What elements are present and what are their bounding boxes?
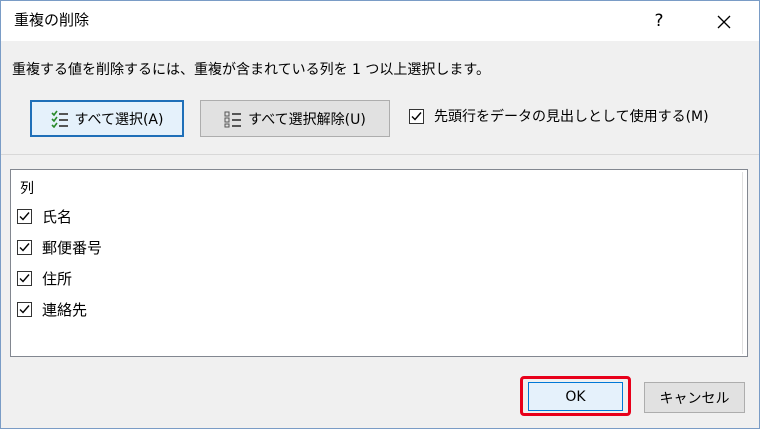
ok-button[interactable]: OK	[528, 382, 623, 411]
list-item[interactable]: 郵便番号	[17, 237, 102, 258]
select-all-button[interactable]: すべて選択(A)	[30, 100, 184, 137]
header-row-label: 先頭行をデータの見出しとして使用する(M)	[434, 109, 709, 125]
header-row-checkbox[interactable]: 先頭行をデータの見出しとして使用する(M)	[409, 106, 709, 126]
list-item-label: 郵便番号	[42, 239, 103, 257]
list-item-label: 住所	[42, 270, 73, 288]
deselect-all-button[interactable]: すべて選択解除(U)	[200, 100, 390, 137]
ok-label: OK	[565, 388, 586, 405]
list-item-label: 氏名	[42, 208, 73, 226]
select-all-icon	[50, 110, 68, 128]
close-icon	[717, 15, 731, 28]
scrollbar-track	[742, 172, 743, 354]
title-bar: 重複の削除 ?	[1, 1, 759, 41]
list-item-label: 連絡先	[42, 301, 88, 319]
cancel-label: キャンセル	[659, 390, 730, 407]
columns-listbox[interactable]: 列 氏名 郵便番号 住所 連絡先	[10, 169, 748, 357]
columns-header: 列	[20, 181, 34, 197]
checkbox-checked-icon[interactable]	[17, 271, 32, 286]
dialog-title: 重複の削除	[14, 11, 90, 29]
checkbox-checked-icon[interactable]	[17, 302, 32, 317]
close-button[interactable]	[707, 7, 741, 35]
instruction-text: 重複する値を削除するには、重複が含まれている列を 1 つ以上選択します。	[12, 62, 490, 78]
checkbox-checked-icon[interactable]	[17, 240, 32, 255]
help-button[interactable]: ?	[645, 7, 673, 35]
list-item[interactable]: 住所	[17, 268, 72, 289]
deselect-all-icon	[224, 111, 242, 127]
checkbox-checked-icon[interactable]	[409, 108, 424, 124]
deselect-all-label: すべて選択解除(U)	[248, 111, 366, 128]
list-item[interactable]: 氏名	[17, 206, 72, 227]
list-item[interactable]: 連絡先	[17, 299, 87, 320]
checkbox-checked-icon[interactable]	[17, 209, 32, 224]
cancel-button[interactable]: キャンセル	[644, 382, 745, 413]
divider	[1, 154, 759, 155]
remove-duplicates-dialog: 重複の削除 ? 重複する値を削除するには、重複が含まれている列を 1 つ以上選択…	[0, 0, 760, 429]
select-all-label: すべて選択(A)	[74, 111, 164, 128]
